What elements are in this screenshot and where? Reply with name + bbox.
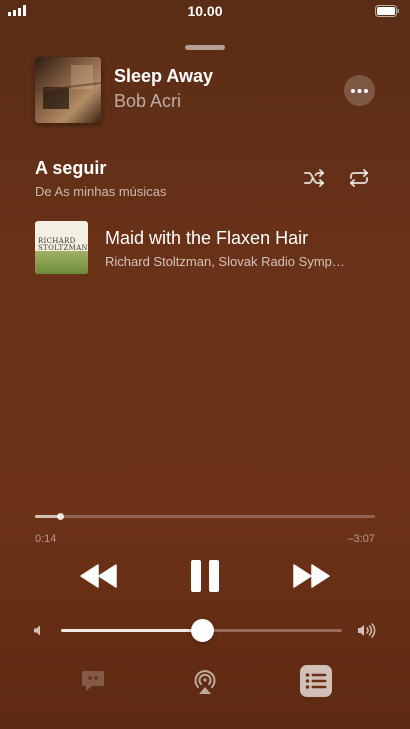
fast-forward-button[interactable]	[291, 562, 331, 590]
playback-progress-slider[interactable]	[35, 513, 375, 520]
repeat-button[interactable]	[348, 168, 370, 188]
airplay-icon	[194, 670, 216, 694]
status-bar: 10.00	[0, 0, 410, 22]
more-options-button[interactable]	[344, 75, 375, 106]
queue-item-artist: Richard Stoltzman, Slovak Radio Symp…	[105, 254, 345, 269]
progress-scrubber[interactable]	[57, 513, 65, 520]
sheet-grabber[interactable]	[185, 45, 225, 50]
volume-slider[interactable]	[61, 619, 342, 642]
fast-forward-icon	[293, 564, 330, 588]
volume-high-icon	[358, 623, 376, 638]
pause-button[interactable]	[190, 559, 220, 593]
volume-knob[interactable]	[190, 619, 214, 642]
ellipsis-icon	[351, 88, 368, 93]
shuffle-icon	[304, 169, 324, 187]
pause-icon	[191, 560, 219, 592]
shuffle-button[interactable]	[303, 168, 327, 188]
elapsed-time: 0:14	[35, 533, 57, 545]
repeat-icon	[350, 169, 368, 187]
up-next-source: De As minhas músicas	[35, 184, 167, 199]
battery-icon	[375, 5, 399, 17]
rewind-icon	[80, 564, 117, 588]
queue-item[interactable]: RICHARD STOLTZMAN Maid with the Flaxen Ha…	[35, 221, 375, 275]
volume-low-icon	[34, 625, 40, 636]
up-next-heading: A seguir	[35, 158, 107, 178]
remaining-time: –3:07	[347, 533, 375, 545]
now-playing-title: Sleep Away	[114, 66, 214, 86]
queue-list-icon	[305, 673, 327, 689]
queue-item-title: Maid with the Flaxen Hair	[105, 228, 309, 248]
lyrics-quote-icon	[82, 671, 104, 691]
airplay-button[interactable]	[192, 668, 218, 696]
now-playing-artist[interactable]: Bob Acri	[114, 91, 181, 112]
queue-item-art-text: RICHARD STOLTZMAN	[38, 237, 88, 252]
rewind-button[interactable]	[79, 562, 119, 590]
status-time: 10.00	[187, 3, 223, 19]
album-artwork	[35, 57, 101, 123]
lyrics-button[interactable]	[80, 668, 106, 694]
volume-fill	[61, 629, 202, 632]
queue-button[interactable]	[300, 665, 332, 697]
queue-item-artwork: RICHARD STOLTZMAN	[35, 221, 88, 274]
